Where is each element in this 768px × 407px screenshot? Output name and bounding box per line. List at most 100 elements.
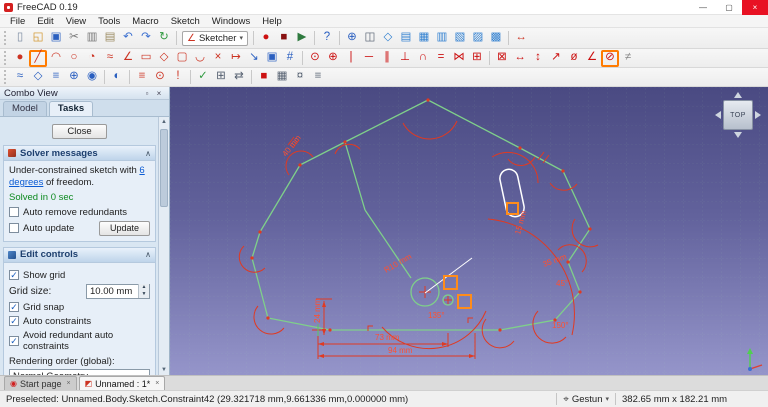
edit-controls-header[interactable]: Edit controls ∧ xyxy=(4,248,155,263)
constraint-symmetric-icon[interactable]: ⋈ xyxy=(450,50,468,67)
float-panel-icon[interactable]: ▫ xyxy=(141,89,153,98)
constraint-point-on-object-icon[interactable]: ⊕ xyxy=(324,50,342,67)
menu-item-tools[interactable]: Tools xyxy=(92,15,126,28)
create-slot-icon[interactable]: ▢ xyxy=(173,50,191,67)
bspline-show-degree-icon[interactable]: ≈ xyxy=(11,69,29,86)
menu-item-file[interactable]: File xyxy=(4,15,31,28)
stop-operation-icon[interactable]: ■ xyxy=(255,69,273,86)
auto-constraints-checkbox[interactable]: ✓ xyxy=(9,316,19,326)
top-view-icon[interactable]: ▦ xyxy=(415,30,433,47)
create-bspline-icon[interactable]: ≈ xyxy=(101,50,119,67)
cube-arrow-up-icon[interactable] xyxy=(734,92,742,98)
whatsthis-icon[interactable]: ? xyxy=(318,30,336,47)
menu-item-view[interactable]: View xyxy=(60,15,92,28)
solver-messages-header[interactable]: Solver messages ∧ xyxy=(4,146,155,161)
undo-icon[interactable]: ↶ xyxy=(119,30,137,47)
toggle-active-constraint-icon[interactable]: ≠ xyxy=(619,50,637,67)
cube-arrow-left-icon[interactable] xyxy=(715,111,721,119)
copy-icon[interactable]: ▥ xyxy=(83,30,101,47)
isometric-view-icon[interactable]: ◇ xyxy=(379,30,397,47)
navigation-cube[interactable]: TOP xyxy=(715,92,761,138)
bspline-show-knots-icon[interactable]: ⊕ xyxy=(65,69,83,86)
bottom-view-icon[interactable]: ▨ xyxy=(469,30,487,47)
close-tab-icon[interactable]: × xyxy=(67,380,71,387)
toggle-driving-constraint-icon[interactable]: ⊘ xyxy=(601,50,619,67)
collapse-icon[interactable]: ∧ xyxy=(145,250,151,259)
spin-up-icon[interactable]: ▲ xyxy=(139,284,149,291)
bspline-control-polygon-icon[interactable]: ◇ xyxy=(29,69,47,86)
close-task-button[interactable]: Close xyxy=(52,124,106,139)
rendering-order-list[interactable]: Normal GeometryConstruction GeometryExte… xyxy=(9,369,150,375)
constraint-lock-icon[interactable]: ⊠ xyxy=(493,50,511,67)
constraint-perpendicular-icon[interactable]: ⊥ xyxy=(396,50,414,67)
extend-edge-icon[interactable]: ↦ xyxy=(227,50,245,67)
menu-item-macro[interactable]: Macro xyxy=(126,15,164,28)
show-grid-checkbox[interactable]: ✓ xyxy=(9,270,19,280)
bspline-curvature-comb-icon[interactable]: ≡ xyxy=(47,69,65,86)
save-icon[interactable]: ▣ xyxy=(47,30,65,47)
auto-update-checkbox[interactable] xyxy=(9,223,19,233)
cut-icon[interactable]: ✂ xyxy=(65,30,83,47)
grid-settings-icon[interactable]: ▦ xyxy=(273,69,291,86)
sidebar-scrollbar[interactable]: ▲ ▼ xyxy=(158,117,169,375)
trim-edge-icon[interactable]: × xyxy=(209,50,227,67)
dimension-label[interactable]: 94 mm xyxy=(388,346,413,355)
mirror-sketch-icon[interactable]: ⇄ xyxy=(230,69,248,86)
create-point-icon[interactable]: ● xyxy=(11,50,29,67)
scrollbar-thumb[interactable] xyxy=(160,129,168,207)
open-document-icon[interactable]: ◱ xyxy=(29,30,47,47)
dimension-label[interactable]: 135° xyxy=(428,311,445,320)
menu-item-windows[interactable]: Windows xyxy=(206,15,257,28)
constraint-diameter-icon[interactable]: ø xyxy=(565,50,583,67)
tab-tasks[interactable]: Tasks xyxy=(49,101,93,116)
cube-arrow-right-icon[interactable] xyxy=(755,111,761,119)
constraint-horizontal-icon[interactable]: ─ xyxy=(360,50,378,67)
rendering-order-item[interactable]: Normal Geometry xyxy=(10,370,149,375)
dimension-label[interactable]: 150° xyxy=(552,321,569,330)
constraint-block-icon[interactable]: ⊞ xyxy=(468,50,486,67)
tab-model[interactable]: Model xyxy=(3,101,47,116)
close-tab-icon[interactable]: × xyxy=(155,380,159,387)
toolbar-grip[interactable] xyxy=(4,51,8,65)
carbon-copy-icon[interactable]: ▣ xyxy=(263,50,281,67)
cube-top-face[interactable]: TOP xyxy=(723,100,753,130)
draw-style-icon[interactable]: ◫ xyxy=(361,30,379,47)
document-tab-unnamed-1-[interactable]: ◩Unnamed : 1*× xyxy=(79,376,166,390)
dimension-label[interactable]: 45° xyxy=(556,279,568,288)
dimension-label[interactable]: 24 mm xyxy=(313,298,322,323)
scroll-up-icon[interactable]: ▲ xyxy=(159,117,169,127)
avoid-redundant-checkbox[interactable]: ✓ xyxy=(9,336,19,346)
grid-snap-checkbox[interactable]: ✓ xyxy=(9,302,19,312)
create-rectangle-icon[interactable]: ▭ xyxy=(137,50,155,67)
constraint-coincident-icon[interactable]: ⊙ xyxy=(306,50,324,67)
refresh-icon[interactable]: ↻ xyxy=(155,30,173,47)
update-button[interactable]: Update xyxy=(99,221,150,236)
scroll-down-icon[interactable]: ▼ xyxy=(159,365,169,375)
macro-execute-icon[interactable]: ▶ xyxy=(293,30,311,47)
close-window-button[interactable]: × xyxy=(742,0,768,15)
constraint-distance-x-icon[interactable]: ↔ xyxy=(511,50,529,67)
toolbar-grip[interactable] xyxy=(4,31,8,45)
rear-view-icon[interactable]: ▧ xyxy=(451,30,469,47)
new-document-icon[interactable]: ▯ xyxy=(11,30,29,47)
snap-settings-icon[interactable]: ¤ xyxy=(291,69,309,86)
create-polygon-icon[interactable]: ◇ xyxy=(155,50,173,67)
document-tab-start-page[interactable]: ◉Start page× xyxy=(4,376,77,390)
sketch-canvas[interactable]: 73 mm94 mm24 mm40 mm15 mm35 mm45°150°135… xyxy=(170,87,768,375)
auto-remove-redundants-checkbox[interactable] xyxy=(9,207,19,217)
close-panel-icon[interactable]: × xyxy=(153,89,165,98)
rendering-order-icon[interactable]: ≡ xyxy=(309,69,327,86)
navigation-style-value[interactable]: Gestun xyxy=(572,394,603,405)
navigation-style-selector[interactable]: ⌖ Gestun ▾ xyxy=(563,394,609,405)
constraint-angle-icon[interactable]: ∠ xyxy=(583,50,601,67)
front-view-icon[interactable]: ▤ xyxy=(397,30,415,47)
workbench-selector[interactable]: ∠Sketcher▾ xyxy=(182,31,248,46)
fit-all-icon[interactable]: ⊕ xyxy=(343,30,361,47)
constraint-distance-icon[interactable]: ↗ xyxy=(547,50,565,67)
merge-sketches-icon[interactable]: ⊞ xyxy=(212,69,230,86)
toggle-construction-icon[interactable]: # xyxy=(281,50,299,67)
create-polyline-icon[interactable]: ∠ xyxy=(119,50,137,67)
bspline-show-weight-icon[interactable]: ◉ xyxy=(83,69,101,86)
right-view-icon[interactable]: ▥ xyxy=(433,30,451,47)
create-circle-icon[interactable]: ○ xyxy=(65,50,83,67)
